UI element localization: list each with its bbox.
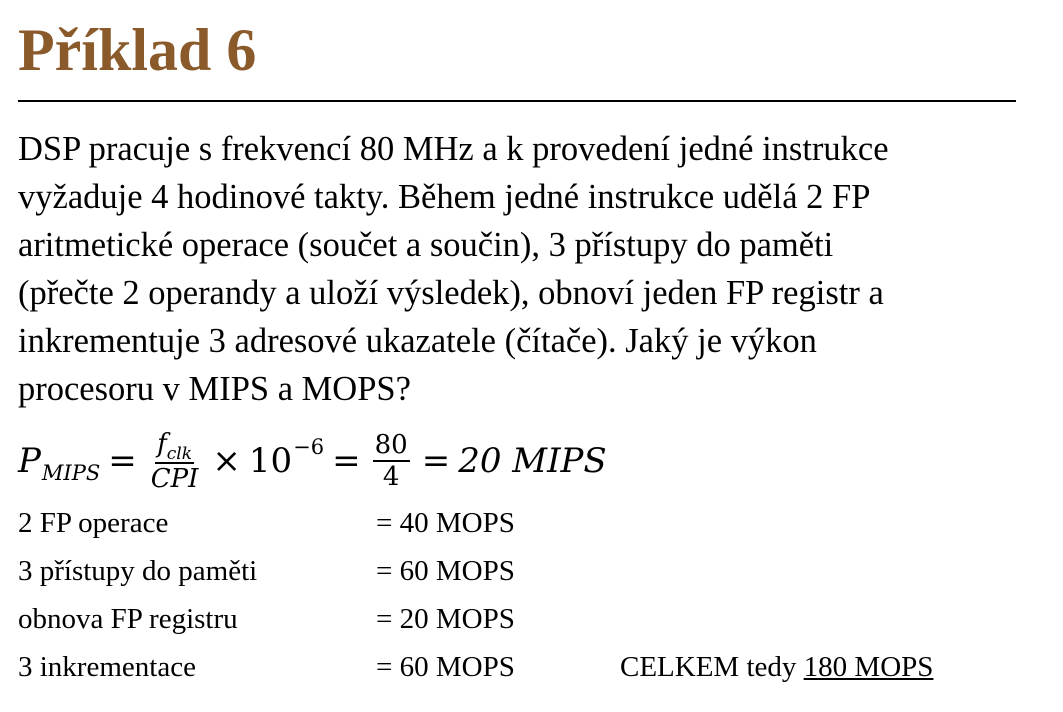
paragraph-line: DSP pracuje s frekvencí 80 MHz a k prove… — [18, 130, 889, 168]
formula-lhs: P — [18, 441, 41, 481]
mops-row-label: 3 inkrementace — [18, 651, 196, 683]
paragraph-line: aritmetické operace (součet a součin), 3… — [18, 226, 834, 264]
mips-formula: P MIPS = fclk CPI × 10 −6 = 80 4 = 20 MIPS — [18, 425, 607, 497]
fraction-numerator: fclk — [155, 429, 194, 464]
formula-power-base: 10 — [248, 441, 293, 481]
fraction-numerator: 80 — [372, 430, 410, 462]
mops-row-value: = 60 MOPS — [376, 555, 515, 587]
paragraph-line: inkrementuje 3 adresové ukazatele (čítač… — [18, 322, 817, 360]
mops-total-prefix: CELKEM tedy — [620, 651, 797, 683]
paragraph-line: (přečte 2 operandy a uloží výsledek), ob… — [18, 274, 884, 312]
mops-row-value: = 40 MOPS — [376, 507, 515, 539]
formula-equals: = — [332, 441, 361, 481]
formula-fraction-frequency-over-cpi: fclk CPI — [149, 429, 201, 494]
mops-row-value: = 60 MOPS — [376, 651, 515, 683]
formula-fraction-values: 80 4 — [372, 430, 410, 492]
paragraph-line: vyžaduje 4 hodinové takty. Během jedné i… — [18, 178, 871, 216]
mops-row-label: obnova FP registru — [18, 603, 238, 635]
formula-result: 20 MIPS — [458, 441, 607, 481]
frequency-symbol: f — [157, 428, 167, 459]
formula-times: × — [212, 441, 241, 481]
problem-statement: DSP pracuje s frekvencí 80 MHz a k prove… — [18, 125, 1048, 413]
paragraph-line: procesoru v MIPS a MOPS? — [18, 370, 411, 408]
title-divider — [18, 100, 1016, 102]
slide-title: Příklad 6 — [18, 17, 257, 83]
frequency-subscript: clk — [166, 443, 192, 464]
fraction-denominator: 4 — [382, 462, 400, 492]
mops-total: CELKEM tedy 180 MOPS — [620, 647, 933, 687]
formula-power-exponent: −6 — [293, 435, 325, 459]
fraction-denominator: CPI — [150, 463, 199, 494]
formula-equals: = — [421, 441, 451, 481]
formula-equals: = — [108, 441, 137, 481]
mops-row-label: 3 přístupy do paměti — [18, 555, 258, 587]
formula-lhs-subscript: MIPS — [41, 461, 101, 485]
mops-row-value: = 20 MOPS — [376, 603, 515, 635]
mops-row-label: 2 FP operace — [18, 507, 169, 539]
mops-total-value: 180 MOPS — [803, 651, 934, 683]
